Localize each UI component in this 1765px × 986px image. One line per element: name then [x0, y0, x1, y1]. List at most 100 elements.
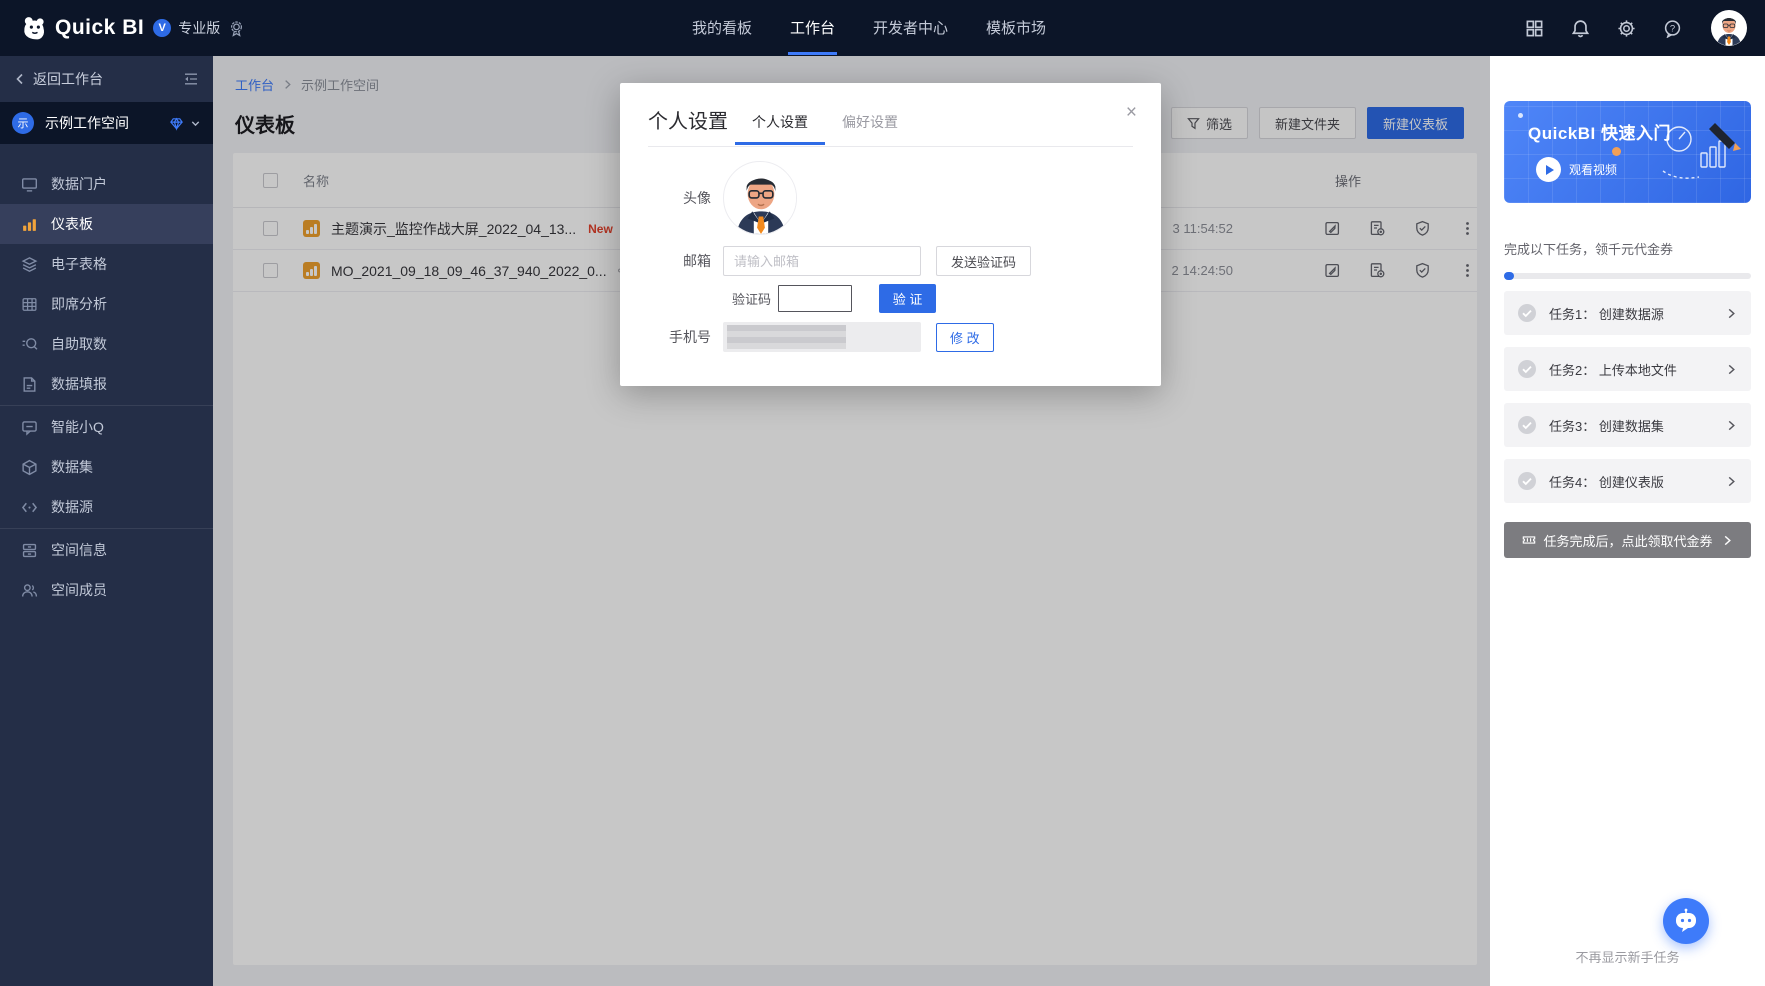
- email-field-label: 邮箱: [620, 251, 723, 271]
- nav-developer-center[interactable]: 开发者中心: [871, 0, 950, 56]
- sidebar-item-dataset[interactable]: 数据集: [0, 447, 213, 487]
- sidebar-menu: 数据门户 仪表板 电子表格 即席分析: [0, 164, 213, 610]
- task-item-2[interactable]: 任务2： 上传本地文件: [1504, 347, 1751, 391]
- sidebar: 返回工作台 示 示例工作空间 数据门户: [0, 56, 213, 986]
- data-entry-icon: [21, 376, 38, 393]
- close-icon[interactable]: ×: [1122, 99, 1141, 126]
- sidebar-divider: [0, 405, 213, 406]
- quickbi-app: Quick BI V 专业版 我的看板 工作台 开发者中心 模板市场: [0, 0, 1765, 986]
- chevron-right-icon: [1726, 476, 1737, 487]
- user-avatar-image: [1711, 10, 1747, 46]
- apps-grid-icon[interactable]: [1525, 19, 1544, 38]
- phone-blur-mosaic: [727, 325, 846, 349]
- quickbi-logo[interactable]: Quick BI V 专业版: [20, 14, 245, 42]
- profile-avatar-image: [724, 162, 797, 235]
- tab-preference-settings[interactable]: 偏好设置: [825, 112, 915, 145]
- quickstart-banner[interactable]: QuickBI 快速入门 观看视频: [1504, 101, 1751, 203]
- play-icon: [1536, 157, 1561, 182]
- spreadsheet-icon: [21, 256, 38, 273]
- quickbi-logo-icon: [20, 14, 48, 42]
- profile-avatar[interactable]: [723, 161, 797, 235]
- check-circle-icon: [1517, 415, 1537, 435]
- sidebar-item-workspace-info[interactable]: 空间信息: [0, 530, 213, 570]
- dataset-icon: [21, 459, 38, 476]
- nav-my-dashboards[interactable]: 我的看板: [690, 0, 754, 56]
- email-input[interactable]: [723, 246, 921, 276]
- workspace-avatar: 示: [12, 112, 34, 134]
- nav-template-market[interactable]: 模板市场: [984, 0, 1048, 56]
- sidebar-item-datasource[interactable]: 数据源: [0, 487, 213, 527]
- task-item-1[interactable]: 任务1： 创建数据源: [1504, 291, 1751, 335]
- onboarding-panel: QuickBI 快速入门 观看视频 完成以下任务，领千元代金券: [1490, 56, 1765, 986]
- workspace-level-icon: [169, 116, 184, 131]
- sidebar-item-workspace-members[interactable]: 空间成员: [0, 570, 213, 610]
- modal-tabs: 个人设置 偏好设置: [735, 112, 915, 145]
- hide-new-user-tasks[interactable]: 不再显示新手任务: [1490, 947, 1765, 966]
- sidebar-item-smart-q[interactable]: 智能小Q: [0, 407, 213, 447]
- medal-icon[interactable]: [228, 20, 245, 37]
- data-portal-icon: [21, 176, 38, 193]
- sidebar-item-data-portal[interactable]: 数据门户: [0, 164, 213, 204]
- check-circle-icon: [1517, 359, 1537, 379]
- sidebar-item-dashboard[interactable]: 仪表板: [0, 204, 213, 244]
- back-to-workbench[interactable]: 返回工作台: [0, 56, 213, 102]
- pro-badge-icon: V: [153, 19, 171, 37]
- user-avatar[interactable]: [1711, 10, 1747, 46]
- bell-icon[interactable]: [1571, 19, 1590, 38]
- personal-settings-modal: 个人设置 个人设置 偏好设置 × 头像 邮箱 发送验证码 验证码 验 证 手机号…: [620, 83, 1161, 386]
- sidebar-item-data-entry[interactable]: 数据填报: [0, 364, 213, 404]
- task-item-4[interactable]: 任务4： 创建仪表版: [1504, 459, 1751, 503]
- back-label: 返回工作台: [33, 69, 103, 89]
- watch-video-label: 观看视频: [1569, 161, 1617, 178]
- chevron-right-icon: [1726, 420, 1737, 431]
- workspace-info-icon: [21, 542, 38, 559]
- banner-illustration: [1649, 113, 1745, 197]
- sidebar-item-self-service-data[interactable]: 自助取数: [0, 324, 213, 364]
- avatar-field-label: 头像: [620, 188, 723, 208]
- smart-q-icon: [21, 419, 38, 436]
- sidebar-item-adhoc-analysis[interactable]: 即席分析: [0, 284, 213, 324]
- help-icon[interactable]: ?: [1663, 19, 1682, 38]
- help-chat-bubble[interactable]: [1663, 898, 1709, 944]
- email-field-row: 邮箱 发送验证码: [620, 246, 1031, 276]
- banner-dot: [1518, 113, 1523, 118]
- phone-field-label: 手机号: [620, 327, 723, 347]
- modal-header-divider: [648, 146, 1133, 147]
- gear-icon[interactable]: [1617, 19, 1636, 38]
- workspace-name: 示例工作空间: [45, 113, 169, 133]
- code-field-row: 验证码 验 证: [620, 284, 936, 313]
- code-field-label: 验证码: [732, 289, 771, 308]
- modify-phone-button[interactable]: 修 改: [936, 323, 994, 352]
- tab-personal-settings[interactable]: 个人设置: [735, 112, 825, 145]
- top-navigation: 我的看板 工作台 开发者中心 模板市场: [690, 0, 1048, 56]
- chat-face-icon: [1673, 908, 1699, 934]
- nav-workbench[interactable]: 工作台: [788, 0, 837, 56]
- watch-video-button[interactable]: 观看视频: [1528, 157, 1617, 182]
- top-bar: Quick BI V 专业版 我的看板 工作台 开发者中心 模板市场: [0, 0, 1765, 56]
- dashboard-icon: [21, 216, 38, 233]
- sidebar-item-spreadsheet[interactable]: 电子表格: [0, 244, 213, 284]
- back-chevron-icon: [14, 73, 26, 85]
- check-circle-icon: [1517, 471, 1537, 491]
- coupon-label: 任务完成后，点此领取代金券: [1543, 531, 1712, 550]
- collapse-sidebar-icon[interactable]: [183, 71, 199, 87]
- send-code-button[interactable]: 发送验证码: [936, 246, 1031, 276]
- coupon-ticket-icon: [1522, 533, 1536, 547]
- workspace-members-icon: [21, 582, 38, 599]
- data-retrieval-icon: [21, 336, 38, 353]
- task-item-3[interactable]: 任务3： 创建数据集: [1504, 403, 1751, 447]
- phone-number-masked: [723, 322, 921, 352]
- chevron-right-icon: [1722, 535, 1733, 546]
- chevron-right-icon: [1726, 364, 1737, 375]
- check-circle-icon: [1517, 303, 1537, 323]
- product-name: Quick BI: [55, 16, 144, 40]
- modal-title: 个人设置: [648, 105, 728, 134]
- datasource-icon: [21, 499, 38, 516]
- workspace-switcher[interactable]: 示 示例工作空间: [0, 102, 213, 144]
- verify-button[interactable]: 验 证: [879, 284, 936, 313]
- svg-text:?: ?: [1670, 23, 1675, 34]
- edition-label: 专业版: [178, 18, 220, 38]
- verification-code-input[interactable]: [778, 285, 852, 312]
- claim-coupon-bar[interactable]: 任务完成后，点此领取代金券: [1504, 522, 1751, 558]
- tasks-progress-bar: [1504, 273, 1751, 279]
